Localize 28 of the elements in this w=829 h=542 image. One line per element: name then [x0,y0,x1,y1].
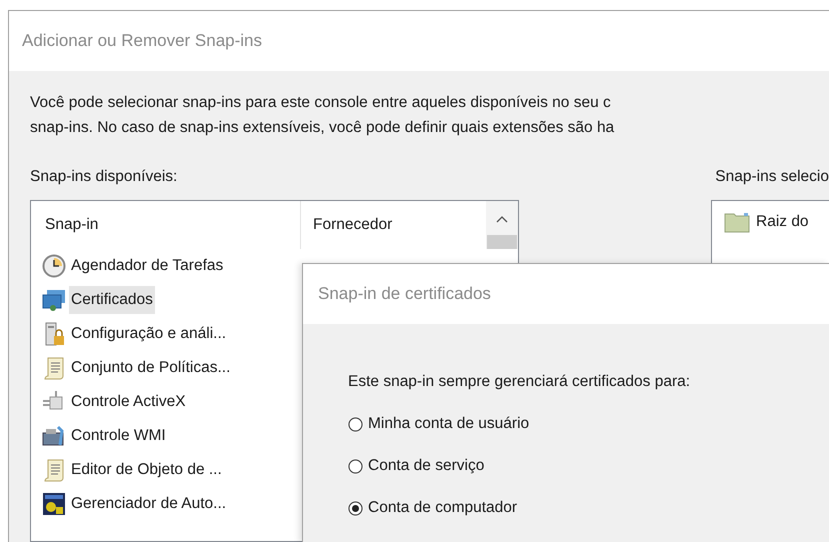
radio-button[interactable] [348,416,363,432]
toolbox-icon [42,424,66,448]
selected-item[interactable]: Raiz do [756,213,809,231]
dialog-title: Snap-in de certificados [318,284,491,304]
column-header[interactable]: Snap-in [31,201,301,249]
description-line: Você pode selecionar snap-ins para este console entre aqueles disponíveis no seu c [30,93,612,113]
snapin-item[interactable]: Configuração e análi... [69,320,228,348]
clock-icon [42,254,66,278]
snapin-item[interactable]: Editor de Objeto de ... [69,456,224,484]
list-label: Snap-ins disponíveis: [30,168,178,186]
radio-button[interactable] [348,500,363,516]
description-line: snap-ins. No caso de snap-ins extensíveis, você pode definir quais extensões são ha [30,118,616,138]
folder-icon [724,211,750,233]
snapin-item[interactable]: Certificados [69,286,155,314]
snapin-item[interactable]: Agendador de Tarefas [69,252,226,280]
radio-button[interactable] [348,458,363,474]
scroll-icon [42,458,66,482]
window-title: Adicionar ou Remover Snap-ins [22,31,262,51]
caret-up-icon[interactable] [496,215,508,223]
certificate-icon [42,288,66,312]
snapin-item[interactable]: Controle ActiveX [69,388,188,416]
scroll-icon [42,356,66,380]
snapin-item[interactable]: Conjunto de Políticas... [69,354,232,382]
column-header[interactable]: Fornecedor [301,201,486,249]
scrollbar[interactable] [486,201,518,249]
list-label: Snap-ins selecio [715,168,829,186]
snapin-item[interactable]: Controle WMI [69,422,168,450]
snapin-item[interactable]: Gerenciador de Auto... [69,490,228,518]
